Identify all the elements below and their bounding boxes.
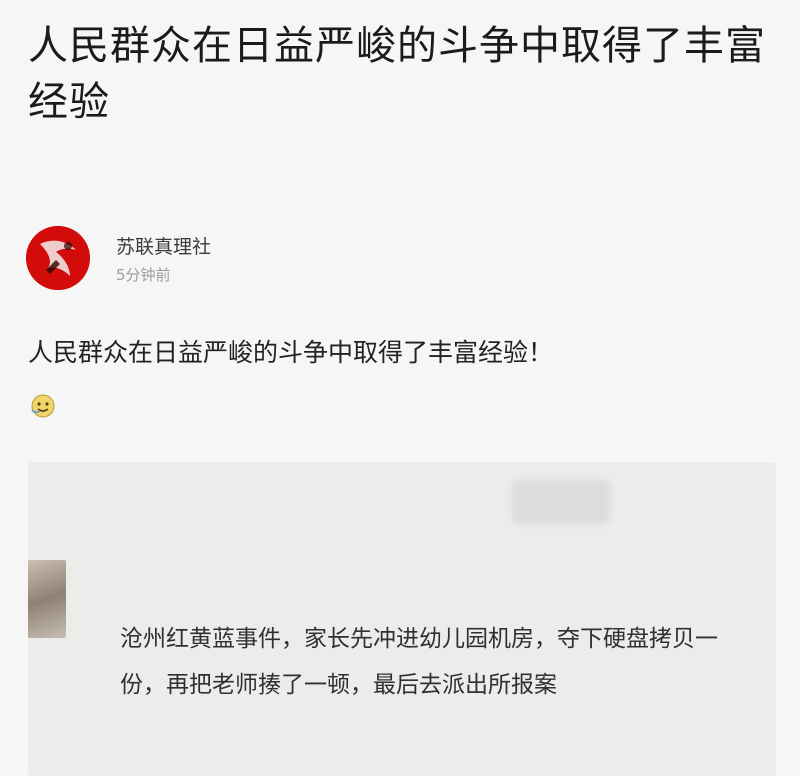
commenter-avatar[interactable]: [28, 560, 66, 638]
post-body: 人民群众在日益严峻的斗争中取得了丰富经验！: [28, 338, 554, 367]
blurred-element: [512, 480, 610, 524]
emoji-icon: [31, 394, 55, 418]
avatar[interactable]: [26, 226, 90, 290]
post-time: 5分钟前: [116, 266, 171, 284]
page-title: 人民群众在日益严峻的斗争中取得了丰富经验: [28, 23, 766, 125]
author-name[interactable]: 苏联真理社: [116, 232, 211, 259]
comment-text: 沧州红黄蓝事件，家长先冲进幼儿园机房，夺下硬盘拷贝一份，再把老师揍了一顿，最后去…: [120, 626, 718, 698]
quoted-post-card[interactable]: ​ 沧州红黄蓝事件，家长先冲进幼儿园机房，夺下硬盘拷贝一份，再把老师揍了一顿，最…: [28, 462, 776, 776]
emblem-icon: [26, 226, 90, 290]
